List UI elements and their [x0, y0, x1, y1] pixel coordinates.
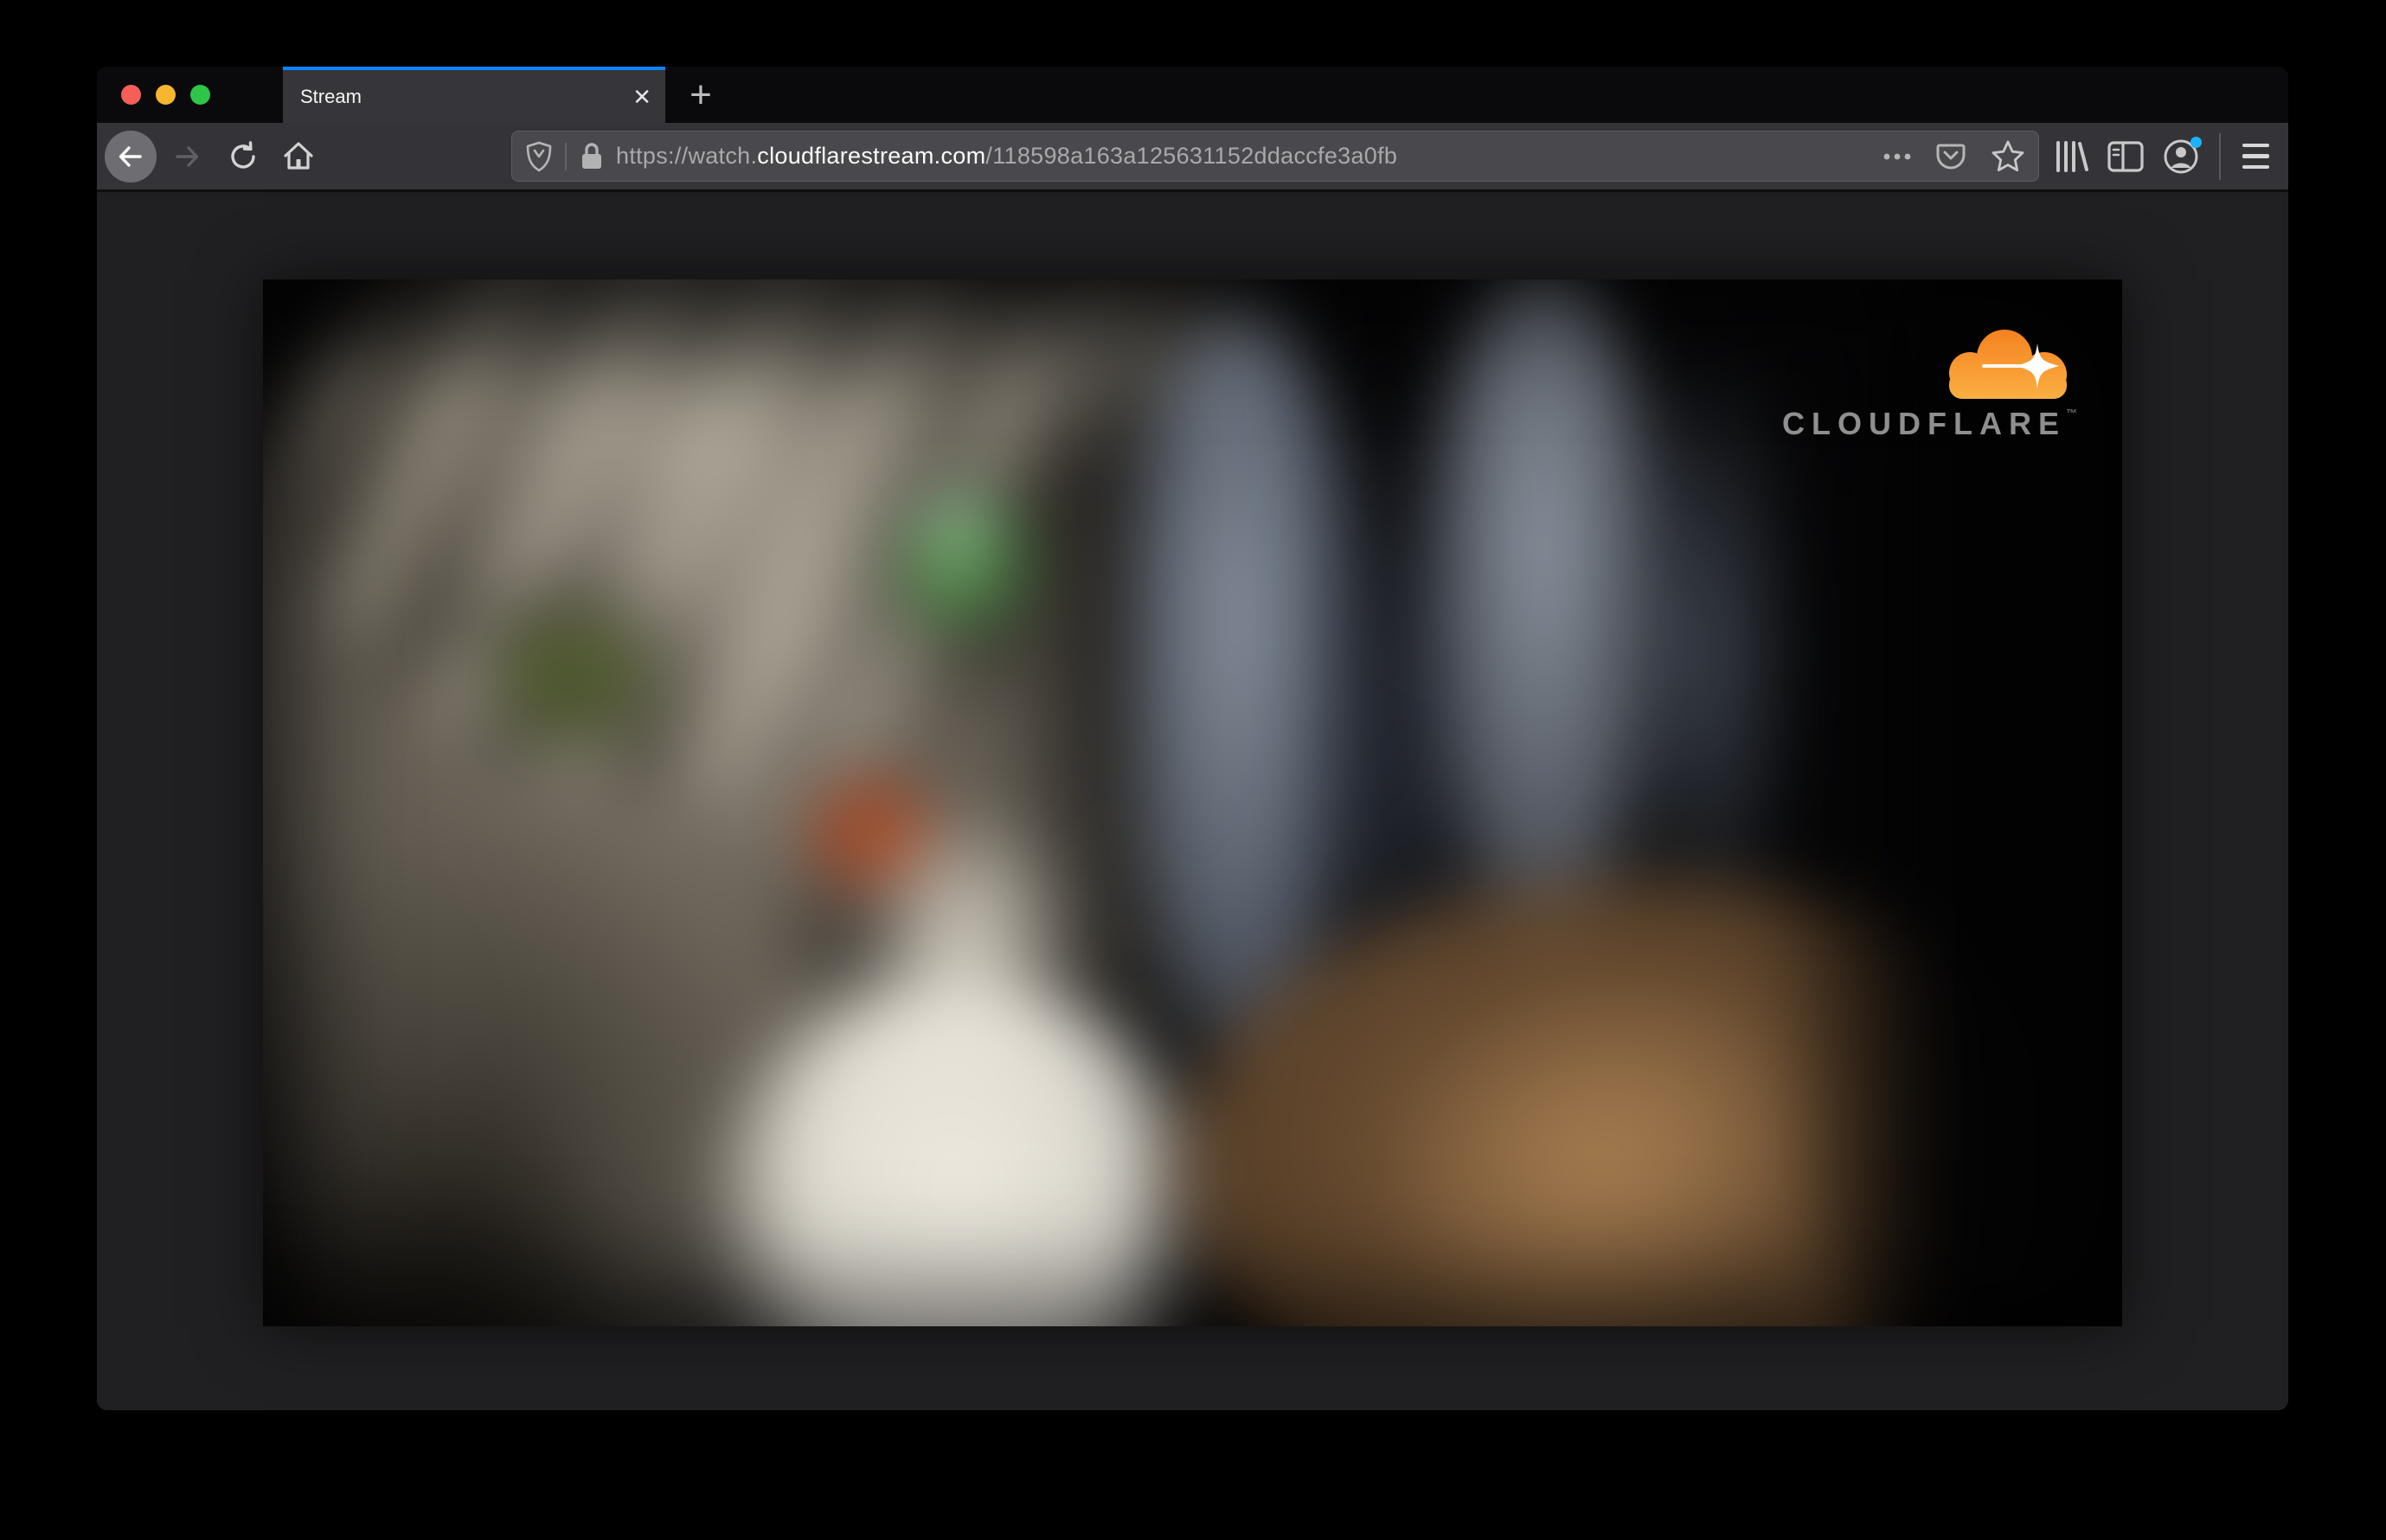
- sidebar-icon: [2107, 140, 2144, 172]
- zoom-window-button[interactable]: [190, 85, 210, 105]
- account-notification-dot: [2190, 136, 2202, 148]
- bookmark-star-icon[interactable]: [1990, 138, 2026, 175]
- toolbar-right: [2048, 123, 2288, 189]
- tracking-protection-shield-icon[interactable]: [524, 140, 554, 173]
- arrow-left-icon: [119, 145, 142, 167]
- menu-button[interactable]: [2233, 134, 2278, 179]
- pocket-icon[interactable]: [1934, 140, 1967, 173]
- nav-toolbar: https://watch.cloudflarestream.com/11859…: [97, 123, 2288, 192]
- reload-icon: [231, 140, 255, 169]
- library-button[interactable]: [2048, 134, 2093, 179]
- video-blob: [914, 484, 996, 559]
- reload-button[interactable]: [224, 138, 262, 176]
- video-blob: [527, 646, 631, 734]
- sidebar-button[interactable]: [2103, 134, 2148, 179]
- arrow-right-icon: [176, 145, 199, 167]
- window-controls: [97, 67, 210, 123]
- back-button[interactable]: [105, 130, 157, 183]
- url-bar[interactable]: https://watch.cloudflarestream.com/11859…: [511, 131, 2039, 182]
- cloudflare-wordmark-text: CLOUDFLARE: [1782, 405, 2066, 441]
- tab-stream[interactable]: Stream ✕: [283, 67, 665, 123]
- account-button[interactable]: [2158, 134, 2203, 179]
- hamburger-icon: [2242, 143, 2269, 170]
- url-scheme: https://watch.: [616, 143, 758, 169]
- content-area: CLOUDFLARE™: [97, 195, 2288, 1410]
- video-player[interactable]: CLOUDFLARE™: [263, 279, 2122, 1326]
- new-tab-button[interactable]: +: [678, 74, 723, 117]
- cloudflare-cloud-icon: [1949, 329, 2067, 399]
- url-text: https://watch.cloudflarestream.com/11859…: [616, 143, 1397, 170]
- tab-close-icon[interactable]: ✕: [632, 86, 651, 108]
- toolbar-divider: [2219, 132, 2221, 180]
- page-actions-dots-icon[interactable]: [1883, 152, 1912, 161]
- minimize-window-button[interactable]: [156, 85, 176, 105]
- page-actions: [1883, 138, 2026, 175]
- lock-icon[interactable]: [578, 141, 606, 172]
- url-domain: cloudflarestream.com: [757, 143, 986, 169]
- urlbar-divider: [565, 142, 567, 170]
- home-icon: [284, 141, 313, 170]
- url-path: /118598a163a125631152ddaccfe3a0fb: [985, 143, 1398, 169]
- cloudflare-wordmark: CLOUDFLARE™: [1782, 406, 2077, 442]
- cloudflare-logo: CLOUDFLARE™: [1782, 321, 2077, 442]
- home-button[interactable]: [279, 138, 317, 176]
- forward-button[interactable]: [168, 138, 206, 176]
- tab-bar: Stream ✕ +: [97, 67, 2288, 123]
- browser-window: Stream ✕ + https://watch.cloudflarestrea…: [97, 67, 2288, 1410]
- tab-title: Stream: [300, 85, 362, 107]
- trademark-symbol: ™: [2066, 406, 2077, 420]
- library-icon: [2056, 140, 2088, 172]
- close-window-button[interactable]: [121, 85, 141, 105]
